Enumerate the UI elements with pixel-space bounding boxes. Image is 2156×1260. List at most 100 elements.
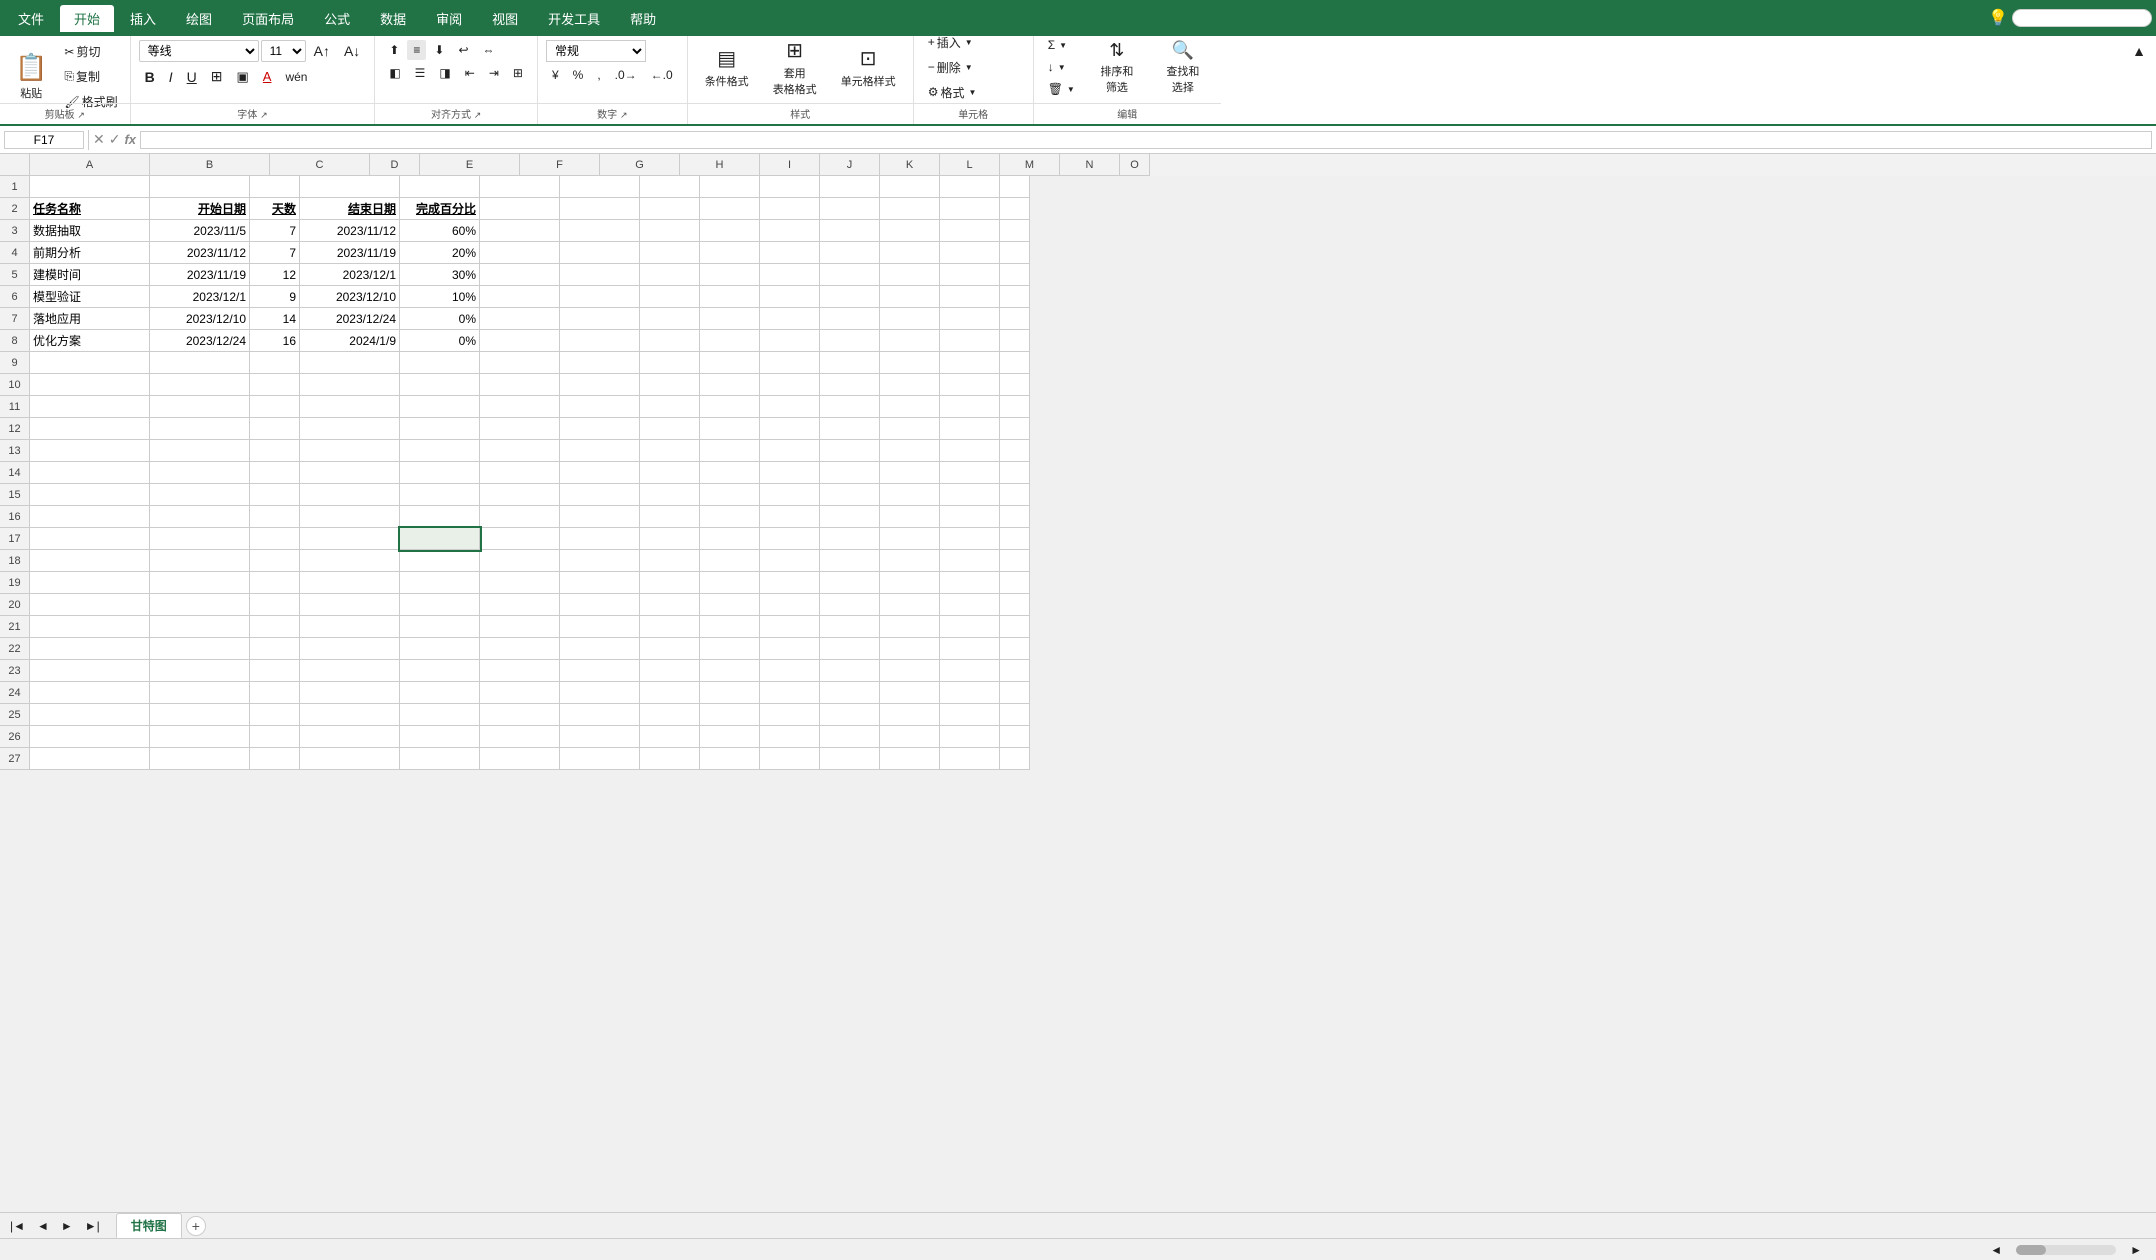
row-header-10[interactable]: 10 [0,374,30,396]
cell-J2[interactable] [700,198,760,220]
cell-M25[interactable] [880,704,940,726]
cell-O22[interactable] [1000,638,1030,660]
cell-M10[interactable] [880,374,940,396]
cell-H26[interactable] [560,726,640,748]
row-header-19[interactable]: 19 [0,572,30,594]
cell-N6[interactable] [940,286,1000,308]
cell-N26[interactable] [940,726,1000,748]
row-header-14[interactable]: 14 [0,462,30,484]
cell-O2[interactable] [1000,198,1030,220]
menu-insert[interactable]: 插入 [116,5,170,32]
cell-E4[interactable]: 2023/11/19 [300,242,400,264]
cell-C7[interactable]: 2023/12/10 [150,308,250,330]
cell-C13[interactable] [150,440,250,462]
cell-H4[interactable] [560,242,640,264]
paste-button[interactable]: 📋 粘贴 [6,50,56,104]
cell-J27[interactable] [700,748,760,770]
cell-H8[interactable] [560,330,640,352]
row-header-11[interactable]: 11 [0,396,30,418]
menu-view[interactable]: 视图 [478,5,532,32]
col-header-e[interactable]: E [420,154,520,176]
cell-O14[interactable] [1000,462,1030,484]
cell-O18[interactable] [1000,550,1030,572]
cell-L24[interactable] [820,682,880,704]
cell-C26[interactable] [150,726,250,748]
cell-O9[interactable] [1000,352,1030,374]
cell-K4[interactable] [760,242,820,264]
cell-D10[interactable] [250,374,300,396]
top-align-button[interactable]: ⬆ [383,40,405,60]
underline-button[interactable]: U [181,66,203,88]
menu-home[interactable]: 开始 [60,5,114,32]
add-sheet-button[interactable]: + [186,1216,206,1236]
cell-E15[interactable] [300,484,400,506]
cell-H19[interactable] [560,572,640,594]
cell-D26[interactable] [250,726,300,748]
cell-M6[interactable] [880,286,940,308]
increase-font-button[interactable]: A↑ [308,40,336,62]
cell-K24[interactable] [760,682,820,704]
cell-O7[interactable] [1000,308,1030,330]
cell-J20[interactable] [700,594,760,616]
cell-B18[interactable] [30,550,150,572]
cell-N5[interactable] [940,264,1000,286]
cell-F25[interactable] [400,704,480,726]
cell-O13[interactable] [1000,440,1030,462]
cell-E1[interactable] [300,176,400,198]
cell-L22[interactable] [820,638,880,660]
cell-E6[interactable]: 2023/12/10 [300,286,400,308]
cell-M21[interactable] [880,616,940,638]
cell-D9[interactable] [250,352,300,374]
cell-N9[interactable] [940,352,1000,374]
cell-I22[interactable] [640,638,700,660]
cell-D20[interactable] [250,594,300,616]
cell-O23[interactable] [1000,660,1030,682]
decrease-decimal-button[interactable]: ←.0 [645,65,679,85]
cell-K3[interactable] [760,220,820,242]
cell-L23[interactable] [820,660,880,682]
cell-L20[interactable] [820,594,880,616]
cell-B15[interactable] [30,484,150,506]
cell-H10[interactable] [560,374,640,396]
cell-G13[interactable] [480,440,560,462]
cell-N2[interactable] [940,198,1000,220]
cell-O11[interactable] [1000,396,1030,418]
bottom-align-button[interactable]: ⬇ [428,40,450,60]
cell-L5[interactable] [820,264,880,286]
cell-M14[interactable] [880,462,940,484]
cell-K23[interactable] [760,660,820,682]
cell-C20[interactable] [150,594,250,616]
font-size-select[interactable]: 11 [261,40,306,62]
cell-H12[interactable] [560,418,640,440]
cell-L9[interactable] [820,352,880,374]
cell-O19[interactable] [1000,572,1030,594]
cell-I26[interactable] [640,726,700,748]
cell-B9[interactable] [30,352,150,374]
cell-F24[interactable] [400,682,480,704]
row-header-26[interactable]: 26 [0,726,30,748]
row-header-23[interactable]: 23 [0,660,30,682]
cell-F20[interactable] [400,594,480,616]
cell-D8[interactable]: 16 [250,330,300,352]
comma-button[interactable]: , [591,65,606,85]
conditional-format-button[interactable]: ▤ 条件格式 [696,40,758,94]
decrease-indent-button[interactable]: ⇤ [459,63,481,83]
number-format-select[interactable]: 常规 [546,40,646,62]
cell-B17[interactable] [30,528,150,550]
cell-K20[interactable] [760,594,820,616]
cell-M5[interactable] [880,264,940,286]
cell-K22[interactable] [760,638,820,660]
cell-C22[interactable] [150,638,250,660]
align-left-button[interactable]: ◧ [383,63,406,83]
cell-F13[interactable] [400,440,480,462]
cell-J23[interactable] [700,660,760,682]
cell-K2[interactable] [760,198,820,220]
cell-N25[interactable] [940,704,1000,726]
cell-B21[interactable] [30,616,150,638]
cell-B10[interactable] [30,374,150,396]
font-family-select[interactable]: 等线 [139,40,259,62]
cell-N23[interactable] [940,660,1000,682]
cell-G12[interactable] [480,418,560,440]
cell-J15[interactable] [700,484,760,506]
cell-C14[interactable] [150,462,250,484]
